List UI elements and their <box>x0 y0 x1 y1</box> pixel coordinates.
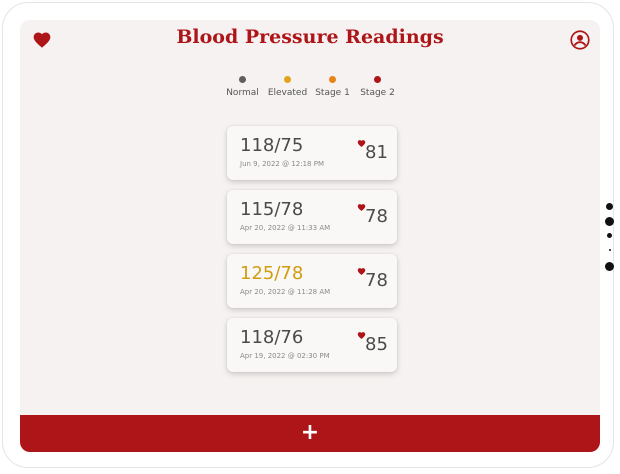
blood-pressure-value: 115/78 <box>240 199 304 220</box>
blood-pressure-value: 125/78 <box>240 263 304 284</box>
user-circle-icon[interactable] <box>570 30 590 50</box>
dot-decoration <box>605 217 614 226</box>
legend-label: Stage 1 <box>315 88 350 98</box>
legend-dot <box>329 76 336 83</box>
blood-pressure-value: 118/75 <box>240 135 304 156</box>
blood-pressure-value: 118/76 <box>240 327 304 348</box>
readings-list: 118/75 Jun 9, 2022 @ 12:18 PM 81 115/78 Apr … <box>227 126 397 382</box>
reading-card[interactable]: 125/78 Apr 20, 2022 @ 11:28 AM 78 <box>227 254 397 308</box>
dot-decoration <box>609 249 611 251</box>
reading-date: Apr 19, 2022 @ 02:30 PM <box>240 352 330 360</box>
legend-item: Elevated <box>265 76 310 98</box>
plus-icon: + <box>300 419 320 445</box>
app-screen: Blood Pressure Readings Normal Elevated St… <box>20 20 600 452</box>
pulse-value: 78 <box>365 206 388 227</box>
legend-label: Normal <box>226 88 259 98</box>
dot-decoration <box>605 262 614 271</box>
legend-item: Stage 1 <box>310 76 355 98</box>
reading-card[interactable]: 115/78 Apr 20, 2022 @ 11:33 AM 78 <box>227 190 397 244</box>
pulse-value: 78 <box>365 270 388 291</box>
legend-item: Stage 2 <box>355 76 400 98</box>
legend-dot <box>374 76 381 83</box>
dot-decoration <box>607 233 612 238</box>
reading-card[interactable]: 118/75 Jun 9, 2022 @ 12:18 PM 81 <box>227 126 397 180</box>
pulse-value: 81 <box>365 142 388 163</box>
tablet-device: Blood Pressure Readings Normal Elevated St… <box>0 0 620 474</box>
legend: Normal Elevated Stage 1 Stage 2 <box>220 76 400 98</box>
reading-date: Apr 20, 2022 @ 11:28 AM <box>240 288 331 296</box>
reading-card[interactable]: 118/76 Apr 19, 2022 @ 02:30 PM 85 <box>227 318 397 372</box>
pulse-value: 85 <box>365 334 388 355</box>
add-reading-button[interactable]: + <box>20 415 600 452</box>
legend-dot <box>239 76 246 83</box>
legend-item: Normal <box>220 76 265 98</box>
legend-dot <box>284 76 291 83</box>
legend-label: Stage 2 <box>360 88 395 98</box>
reading-date: Jun 9, 2022 @ 12:18 PM <box>240 160 324 168</box>
page-title: Blood Pressure Readings <box>176 26 444 48</box>
legend-label: Elevated <box>267 88 308 98</box>
dot-decoration <box>606 203 613 210</box>
reading-date: Apr 20, 2022 @ 11:33 AM <box>240 224 331 232</box>
header: Blood Pressure Readings <box>20 20 600 60</box>
